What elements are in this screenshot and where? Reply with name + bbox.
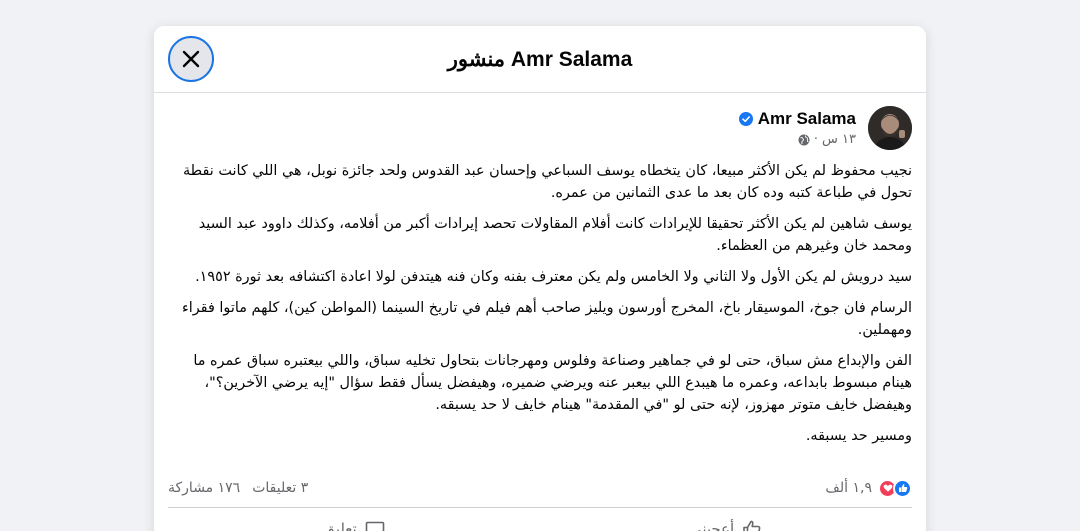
post-header: Amr Salama · ١٣ س [738,106,912,150]
author-line: Amr Salama [738,109,856,129]
comment-icon [365,521,385,531]
globe-icon [798,134,810,145]
post-actions: تعليق أعجبني [168,508,912,531]
post-time[interactable]: ١٣ س [822,132,856,147]
post-paragraph: نجيب محفوظ لم يكن الأكثر مبيعا، كان يتخط… [182,163,912,201]
shares-count[interactable]: ١٧٦ مشاركة [168,480,240,496]
author-block: Amr Salama · ١٣ س [738,109,856,147]
comment-button[interactable]: تعليق [168,508,540,531]
like-label: أعجبني [689,520,735,531]
comments-count[interactable]: ٣ تعليقات [252,480,308,496]
close-icon [182,50,200,68]
thumbs-up-icon [743,520,761,531]
avatar-photo-icon [868,106,912,150]
engagement-counts: ١٧٦ مشاركة ٣ تعليقات [168,480,308,496]
like-icon [893,478,912,498]
author-name[interactable]: Amr Salama [758,109,856,129]
post-modal: منشور Amr Salama Amr Salama · ١٣ س نجيب … [154,26,926,531]
post-text: نجيب محفوظ لم يكن الأكثر مبيعا، كان يتخط… [168,160,912,456]
like-button[interactable]: أعجبني [540,508,912,531]
post-paragraph: سيد درويش لم يكن الأول ولا الثاني ولا ال… [195,269,912,285]
post-meta: · ١٣ س [739,132,856,147]
close-button[interactable] [168,36,214,82]
post-paragraph: الرسام فان جوخ، الموسيقار باخ، المخرج أو… [181,300,912,338]
meta-separator: · [813,132,819,147]
modal-title: منشور Amr Salama [447,47,633,71]
post-paragraph: يوسف شاهين لم يكن الأكثر تحقيقا للإيرادا… [198,216,912,254]
comment-label: تعليق [323,520,357,531]
reactions-summary[interactable]: ١,٩ ألف [825,478,912,498]
reaction-icons [878,478,912,498]
reactions-count: ١,٩ ألف [825,480,872,496]
avatar[interactable] [868,106,912,150]
post-paragraph: الفن والإبداع مش سباق، حتى لو في جماهير … [193,353,912,413]
modal-header: منشور Amr Salama [154,26,926,93]
verified-badge-icon [738,112,753,126]
post-stats: ١٧٦ مشاركة ٣ تعليقات ١,٩ ألف [168,476,912,500]
post-paragraph: ومسير حد يسبقه. [805,428,912,444]
